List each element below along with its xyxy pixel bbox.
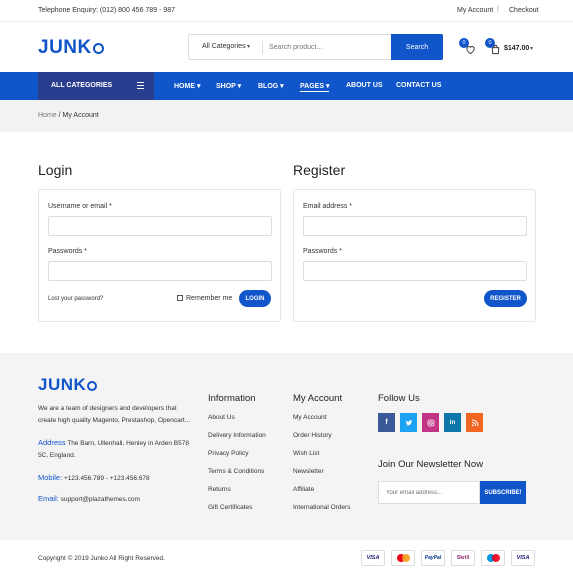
main-nav: ALL CATEGORIES HOME ▾ SHOP ▾ BLOG ▾ PAGE… — [0, 72, 573, 100]
instagram-glyph — [427, 419, 434, 426]
breadcrumb-current: My Account — [62, 112, 99, 119]
register-password-input[interactable] — [303, 261, 527, 281]
facebook-icon[interactable]: f — [378, 413, 395, 432]
visa-electron-icon: VISA — [511, 550, 535, 566]
topbar-separator: | — [497, 6, 499, 13]
footer-link-gift-certificates[interactable]: Gift Certificates — [208, 504, 252, 511]
paypal-icon: PayPal — [421, 550, 445, 566]
mastercard-icon — [391, 550, 415, 566]
search-divider — [262, 41, 263, 54]
all-categories-toggle[interactable]: ALL CATEGORIES — [38, 72, 154, 100]
nav-item-pages[interactable]: PAGES ▾ — [300, 82, 330, 92]
nav-item-contact-us[interactable]: CONTACT US — [396, 82, 441, 89]
register-password-label: Passwords * — [303, 248, 342, 255]
wishlist-count-badge: 0 — [459, 38, 469, 48]
username-input[interactable] — [48, 216, 272, 236]
footer-about: We are a team of designers and developer… — [38, 405, 191, 424]
username-label: Username or email * — [48, 203, 112, 210]
mobile-label: Mobile: — [38, 473, 63, 482]
footer-link-order-history[interactable]: Order History — [293, 432, 332, 439]
footer-logo: JUNK — [38, 375, 98, 395]
rss-icon[interactable] — [466, 413, 483, 432]
breadcrumb-home[interactable]: Home — [38, 112, 57, 119]
login-password-input[interactable] — [48, 261, 272, 281]
linkedin-icon[interactable]: in — [444, 413, 461, 432]
chevron-down-icon: ▾ — [247, 44, 251, 50]
remember-me-label: Remember me — [186, 295, 233, 302]
address-label: Address — [38, 438, 66, 447]
search-input[interactable] — [269, 41, 387, 54]
footer-link-newsletter[interactable]: Newsletter — [293, 468, 324, 475]
register-email-input[interactable] — [303, 216, 527, 236]
footer-link-about-us[interactable]: About Us — [208, 414, 235, 421]
cart-total: $147.00 — [504, 45, 530, 52]
remember-me-checkbox[interactable] — [177, 295, 183, 301]
email-label: Email: — [38, 494, 59, 503]
lost-password-link[interactable]: Lost your password? — [48, 296, 103, 302]
logo-text: JUNK — [38, 37, 92, 58]
email-value: support@plazathemes.com — [60, 496, 140, 503]
chevron-down-icon: ▾ — [530, 46, 534, 52]
footer-link-delivery-information[interactable]: Delivery Information — [208, 432, 266, 439]
footer-mobile: Mobile: +123.456.789 - +123.456.678 — [38, 472, 198, 485]
register-panel: Email address * Passwords * REGISTER — [293, 189, 536, 322]
footer-link-wish-list[interactable]: Wish List — [293, 450, 319, 457]
logo-o-mark — [87, 381, 98, 391]
wishlist-button[interactable]: 0 — [459, 38, 477, 56]
twitter-icon[interactable] — [400, 413, 417, 432]
footer-link-affiliate[interactable]: Affiliate — [293, 486, 314, 493]
telephone-enquiry: Telephone Enquiry: (012) 800 456 789 - 9… — [38, 7, 175, 14]
follow-us-title: Follow Us — [378, 393, 420, 404]
footer-link-international-orders[interactable]: International Orders — [293, 504, 350, 511]
footer-link-my-account[interactable]: My Account — [293, 414, 327, 421]
footer-address: Address The Barn, Ullenhall, Henley in A… — [38, 437, 193, 461]
my-account-title: My Account — [293, 393, 343, 404]
breadcrumb: Home / My Account — [0, 100, 573, 132]
information-title: Information — [208, 393, 256, 404]
footer-link-returns[interactable]: Returns — [208, 486, 231, 493]
copyright-text: Copyright © 2019 Junko All Right Reserve… — [38, 555, 165, 562]
login-panel: Username or email * Passwords * Lost you… — [38, 189, 281, 322]
top-bar: Telephone Enquiry: (012) 800 456 789 - 9… — [0, 0, 573, 22]
subscribe-button[interactable]: SUBSCRIBE! — [480, 481, 526, 504]
cart-count-badge: 0 — [485, 38, 495, 48]
site-logo[interactable]: JUNK — [38, 37, 104, 59]
login-title: Login — [38, 162, 73, 178]
maestro-icon — [481, 550, 505, 566]
newsletter-email-field — [378, 481, 482, 504]
rss-glyph — [471, 419, 478, 426]
checkout-link[interactable]: Checkout — [509, 7, 539, 14]
visa-card-icon: VISA — [361, 550, 385, 566]
skrill-icon: Skrill — [451, 550, 475, 566]
nav-item-shop[interactable]: SHOP ▾ — [216, 82, 241, 90]
breadcrumb-separator: / — [58, 112, 61, 119]
category-select[interactable]: All Categories — [202, 43, 246, 50]
menu-icon — [137, 82, 144, 91]
nav-item-home[interactable]: HOME ▾ — [174, 82, 200, 90]
footer-link-terms-conditions[interactable]: Terms & Conditions — [208, 468, 264, 475]
maestro-red-circle — [491, 554, 500, 562]
search-button[interactable]: Search — [391, 34, 443, 60]
all-categories-label: ALL CATEGORIES — [51, 82, 113, 89]
logo-o-mark — [92, 43, 104, 54]
footer-logo-text: JUNK — [38, 375, 87, 394]
search-bar: All Categories ▾ Search — [188, 34, 443, 60]
twitter-bird-glyph — [405, 419, 412, 426]
nav-item-about-us[interactable]: ABOUT US — [346, 82, 383, 89]
register-button[interactable]: REGISTER — [484, 290, 527, 307]
mobile-value: +123.456.789 - +123.456.678 — [64, 475, 150, 482]
register-title: Register — [293, 162, 346, 178]
footer-email: Email: support@plazathemes.com — [38, 493, 198, 506]
newsletter-email-input[interactable] — [386, 490, 482, 496]
cart-button[interactable]: 0 $147.00 ▾ — [485, 38, 538, 56]
email-label: Email address * — [303, 203, 353, 210]
newsletter-title: Join Our Newsletter Now — [378, 459, 484, 470]
footer-link-privacy-policy[interactable]: Privacy Policy — [208, 450, 248, 457]
instagram-icon[interactable] — [422, 413, 439, 432]
nav-item-blog[interactable]: BLOG ▾ — [258, 82, 284, 90]
login-button[interactable]: LOGIN — [239, 290, 271, 307]
my-account-link[interactable]: My Account — [457, 7, 493, 14]
mastercard-orange-circle — [401, 554, 410, 562]
login-password-label: Passwords * — [48, 248, 87, 255]
